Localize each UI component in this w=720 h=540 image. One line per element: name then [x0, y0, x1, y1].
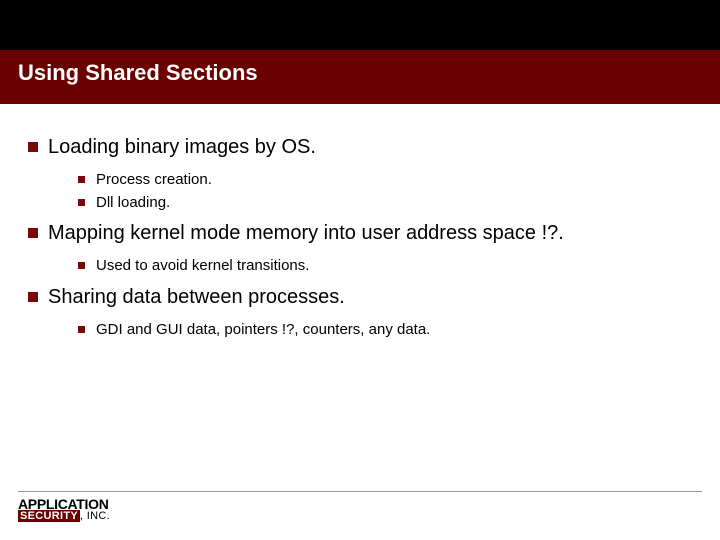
logo-security-text: SECURITY: [18, 510, 80, 522]
title-band: Using Shared Sections: [0, 0, 720, 104]
sub-bullet-text: Used to avoid kernel transitions.: [96, 257, 309, 274]
footer: APPLICATION SECURITY, INC.: [18, 491, 702, 524]
bullet-text: Sharing data between processes.: [48, 286, 345, 308]
bullet-list: Loading binary images by OS. Process cre…: [20, 134, 700, 341]
logo-top-text: APPLICATION: [18, 498, 110, 511]
slide-content: Loading binary images by OS. Process cre…: [0, 104, 720, 341]
sub-list: GDI and GUI data, pointers !?, counters,…: [48, 319, 700, 342]
list-item: GDI and GUI data, pointers !?, counters,…: [48, 319, 700, 342]
bullet-text: Mapping kernel mode memory into user add…: [48, 222, 564, 244]
list-item: Process creation.: [48, 169, 700, 192]
bullet-text: Loading binary images by OS.: [48, 136, 316, 158]
list-item: Dll loading.: [48, 192, 700, 215]
logo-inc-text: , INC.: [80, 510, 110, 522]
logo-bottom-text: SECURITY, INC.: [18, 511, 110, 521]
sub-list: Process creation. Dll loading.: [48, 169, 700, 214]
sub-bullet-text: Process creation.: [96, 171, 212, 188]
sub-bullet-text: Dll loading.: [96, 194, 170, 211]
sub-bullet-text: GDI and GUI data, pointers !?, counters,…: [96, 321, 430, 338]
list-item: Sharing data between processes. GDI and …: [20, 284, 700, 342]
footer-divider: [18, 491, 702, 492]
list-item: Used to avoid kernel transitions.: [48, 255, 700, 278]
list-item: Loading binary images by OS. Process cre…: [20, 134, 700, 214]
slide-title: Using Shared Sections: [18, 60, 258, 86]
company-logo: APPLICATION SECURITY, INC.: [18, 498, 110, 522]
sub-list: Used to avoid kernel transitions.: [48, 255, 700, 278]
list-item: Mapping kernel mode memory into user add…: [20, 220, 700, 278]
